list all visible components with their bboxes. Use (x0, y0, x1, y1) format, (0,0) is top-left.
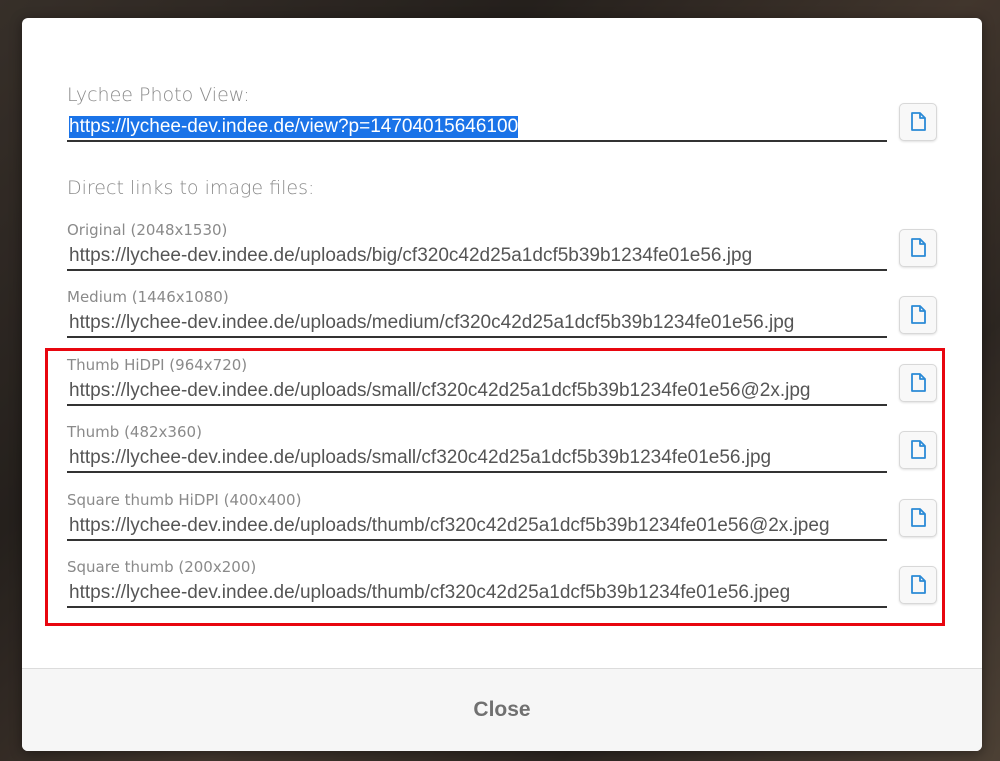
link-url: https://lychee-dev.indee.de/uploads/smal… (69, 447, 772, 468)
link-url: https://lychee-dev.indee.de/uploads/medi… (69, 312, 795, 333)
copy-icon (911, 575, 926, 594)
copy-icon (911, 440, 926, 459)
copy-icon (911, 112, 926, 131)
copy-link-button[interactable] (899, 364, 937, 402)
link-url: https://lychee-dev.indee.de/uploads/big/… (69, 245, 753, 266)
link-row-thumb: Thumb (482x360) https://lychee-dev.indee… (67, 423, 937, 483)
link-label: Thumb (482x360) (67, 423, 202, 441)
link-row-original: Original (2048x1530) https://lychee-dev.… (67, 221, 937, 281)
link-url-field[interactable]: https://lychee-dev.indee.de/uploads/smal… (67, 378, 887, 406)
link-label: Original (2048x1530) (67, 221, 228, 239)
link-row-medium: Medium (1446x1080) https://lychee-dev.in… (67, 288, 937, 348)
copy-icon (911, 508, 926, 527)
link-url-field[interactable]: https://lychee-dev.indee.de/uploads/thum… (67, 580, 887, 608)
link-url-field[interactable]: https://lychee-dev.indee.de/uploads/medi… (67, 310, 887, 338)
link-url-field[interactable]: https://lychee-dev.indee.de/uploads/big/… (67, 243, 887, 271)
link-url: https://lychee-dev.indee.de/uploads/smal… (69, 380, 811, 401)
copy-icon (911, 305, 926, 324)
link-label: Thumb HiDPI (964x720) (67, 356, 248, 374)
direct-links-label: Direct links to image files: (67, 177, 315, 199)
link-url-field[interactable]: https://lychee-dev.indee.de/uploads/thum… (67, 513, 887, 541)
copy-link-button[interactable] (899, 499, 937, 537)
close-button[interactable]: Close (443, 688, 560, 732)
link-row-square-thumb-hidpi: Square thumb HiDPI (400x400) https://lyc… (67, 491, 937, 551)
copy-icon (911, 238, 926, 257)
link-url: https://lychee-dev.indee.de/uploads/thum… (69, 515, 830, 536)
link-url: https://lychee-dev.indee.de/uploads/thum… (69, 582, 791, 603)
photo-view-row: https://lychee-dev.indee.de/view?p=14704… (67, 92, 937, 152)
share-links-dialog: Lychee Photo View: https://lychee-dev.in… (22, 18, 982, 751)
link-label: Square thumb HiDPI (400x400) (67, 491, 302, 509)
dialog-content: Lychee Photo View: https://lychee-dev.in… (22, 18, 982, 668)
copy-link-button[interactable] (899, 566, 937, 604)
copy-link-button[interactable] (899, 296, 937, 334)
copy-link-button[interactable] (899, 229, 937, 267)
link-label: Square thumb (200x200) (67, 558, 257, 576)
photo-view-url: https://lychee-dev.indee.de/view?p=14704… (69, 116, 519, 138)
link-row-square-thumb: Square thumb (200x200) https://lychee-de… (67, 558, 937, 618)
copy-photo-view-url-button[interactable] (899, 103, 937, 141)
link-label: Medium (1446x1080) (67, 288, 229, 306)
link-row-thumb-hidpi: Thumb HiDPI (964x720) https://lychee-dev… (67, 356, 937, 416)
link-url-field[interactable]: https://lychee-dev.indee.de/uploads/smal… (67, 445, 887, 473)
copy-link-button[interactable] (899, 431, 937, 469)
dialog-footer: Close (22, 668, 982, 751)
photo-view-url-field[interactable]: https://lychee-dev.indee.de/view?p=14704… (67, 114, 887, 142)
copy-icon (911, 373, 926, 392)
